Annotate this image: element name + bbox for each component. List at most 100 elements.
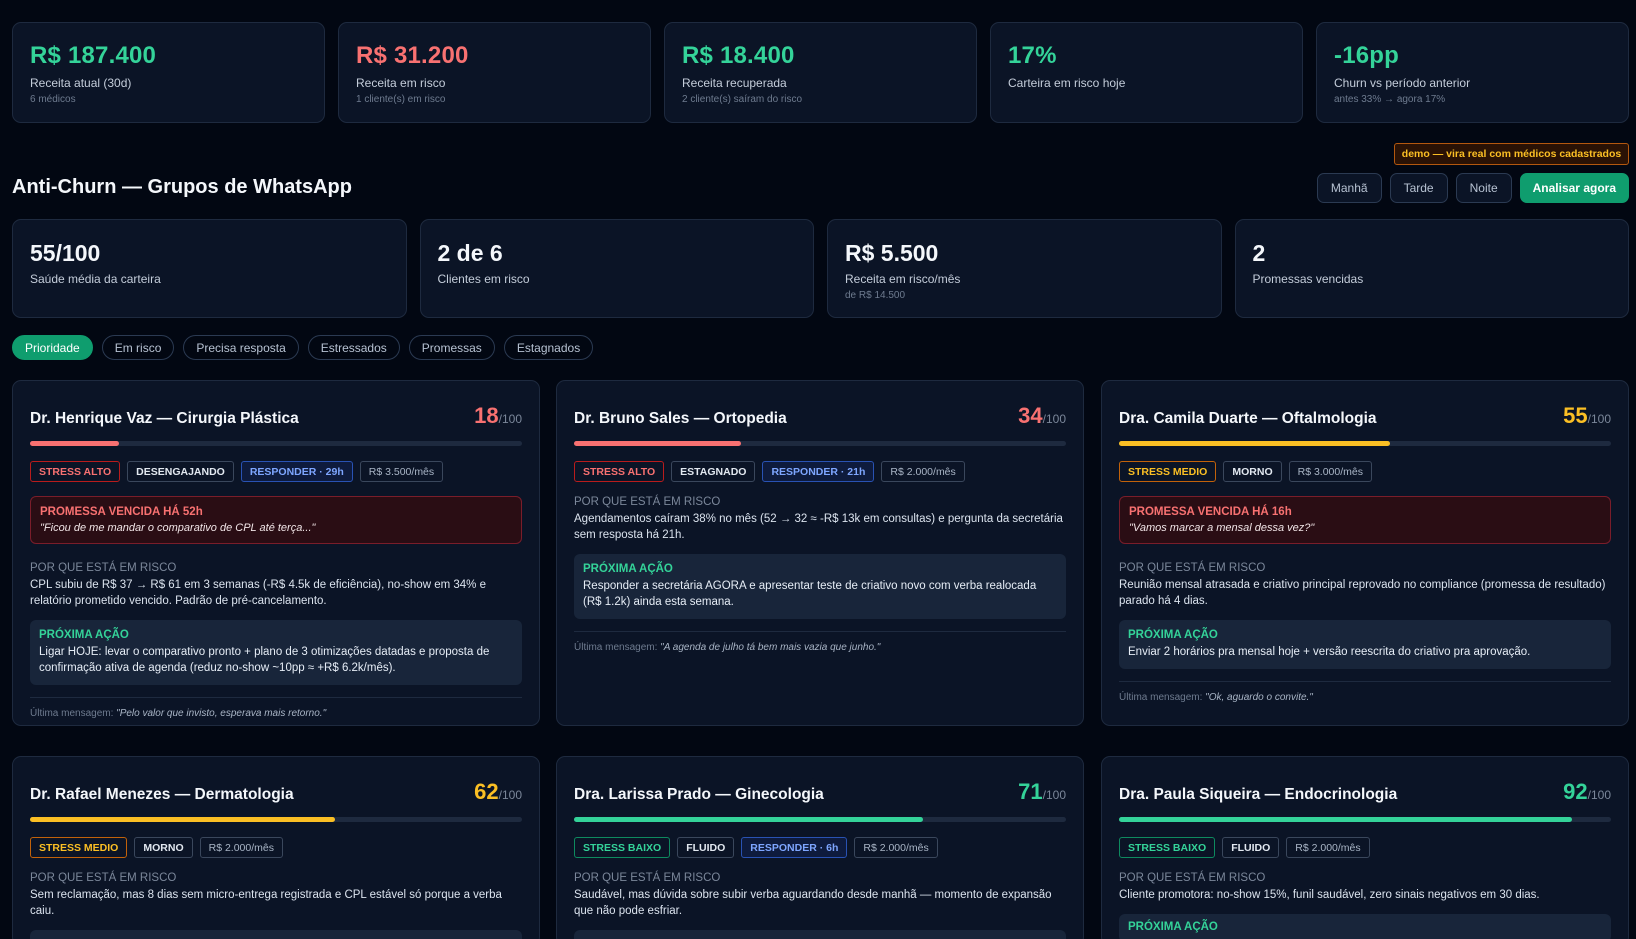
morning-button[interactable]: Manhã bbox=[1316, 173, 1382, 203]
night-button[interactable]: Noite bbox=[1455, 173, 1512, 203]
tag: R$ 3.000/mês bbox=[1288, 461, 1372, 482]
health-bar-fill bbox=[30, 441, 119, 446]
page-title: Anti-Churn — Grupos de WhatsApp bbox=[12, 176, 352, 198]
score-denominator: /100 bbox=[1042, 788, 1066, 802]
stat-label: Saúde média da carteira bbox=[30, 272, 161, 286]
tag: STRESS BAIXO bbox=[574, 837, 671, 858]
next-action: PRÓXIMA AÇÃO Enviar 2 horários pra mensa… bbox=[1119, 620, 1611, 669]
next-action: PRÓXIMA AÇÃO Responder a secretária AGOR… bbox=[574, 554, 1066, 619]
health-bar-fill bbox=[574, 817, 924, 822]
client-card[interactable]: Dra. Paula Siqueira — Endocrinologia 92/… bbox=[1101, 756, 1629, 939]
health-score: 55/100 bbox=[1563, 403, 1611, 429]
client-card[interactable]: Dra. Camila Duarte — Oftalmologia 55/100… bbox=[1101, 380, 1629, 726]
tag-list: STRESS ALTO ESTAGNADO RESPONDER · 21h R$… bbox=[574, 461, 1066, 482]
filter-at-risk[interactable]: Em risco bbox=[101, 335, 175, 360]
kpi-label: Carteira em risco hoje bbox=[1008, 76, 1126, 90]
filter-chips: Prioridade Em risco Precisa resposta Est… bbox=[12, 335, 594, 360]
health-bar bbox=[1119, 817, 1611, 822]
why-text: Agendamentos caíram 38% no mês (52 → 32 … bbox=[574, 513, 1063, 541]
why-text: CPL subiu de R$ 37 → R$ 61 em 3 semanas … bbox=[30, 579, 486, 607]
client-name: Dr. Henrique Vaz — Cirurgia Plástica bbox=[30, 410, 299, 427]
kpi-label: Receita recuperada bbox=[682, 76, 787, 90]
kpi-label: Churn vs período anterior bbox=[1334, 76, 1471, 90]
kpi-row: R$ 187.400 Receita atual (30d) 6 médicos… bbox=[12, 22, 1629, 123]
last-message-text: "Pelo valor que invisto, esperava mais r… bbox=[116, 708, 327, 719]
period-selector: Manhã Tarde Noite Analisar agora bbox=[1316, 173, 1629, 203]
last-message-text: "A agenda de julho tá bem mais vazia que… bbox=[660, 642, 881, 653]
score-denominator: /100 bbox=[1587, 412, 1611, 426]
last-message: Última mensagem: "A agenda de julho tá b… bbox=[574, 631, 1066, 653]
health-bar-fill bbox=[1119, 441, 1390, 446]
why-title: POR QUE ESTÁ EM RISCO bbox=[30, 562, 177, 574]
health-bar bbox=[30, 441, 522, 446]
filter-priority[interactable]: Prioridade bbox=[12, 335, 93, 360]
next-action-text: Enviar 2 horários pra mensal hoje + vers… bbox=[1128, 646, 1531, 658]
kpi-value: R$ 187.400 bbox=[30, 42, 157, 69]
health-bar bbox=[574, 441, 1066, 446]
health-bar-fill bbox=[30, 817, 336, 822]
stat-clients-at-risk: 2 de 6 Clientes em risco bbox=[419, 219, 814, 318]
tag-list: STRESS BAIXO FLUIDO R$ 2.000/mês bbox=[1119, 837, 1611, 858]
tag: R$ 2.000/mês bbox=[199, 837, 283, 858]
tag: R$ 2.000/mês bbox=[1286, 837, 1370, 858]
next-action: PRÓXIMA AÇÃO Ligar HOJE: levar o compara… bbox=[30, 620, 522, 685]
tag-list: STRESS ALTO DESENGAJANDO RESPONDER · 29h… bbox=[30, 461, 522, 482]
stat-label: Promessas vencidas bbox=[1252, 272, 1364, 286]
client-card[interactable]: Dr. Rafael Menezes — Dermatologia 62/100… bbox=[12, 756, 540, 939]
next-action-title: PRÓXIMA AÇÃO bbox=[1128, 921, 1218, 933]
client-card[interactable]: Dr. Bruno Sales — Ortopedia 34/100 STRES… bbox=[556, 380, 1084, 726]
next-action bbox=[574, 930, 1066, 939]
why-text: Cliente promotora: no-show 15%, funil sa… bbox=[1119, 889, 1540, 901]
tag-list: STRESS BAIXO FLUIDO RESPONDER · 6h R$ 2.… bbox=[574, 837, 1066, 858]
promise-quote: "Vamos marcar a mensal dessa vez?" bbox=[1129, 522, 1315, 534]
tag: MORNO bbox=[134, 837, 193, 858]
promise-title: PROMESSA VENCIDA HÁ 16h bbox=[1129, 506, 1292, 518]
why-text: Saudável, mas dúvida sobre subir verba a… bbox=[574, 889, 1052, 917]
tag: STRESS MEDIO bbox=[30, 837, 128, 858]
kpi-value: 17% bbox=[1008, 42, 1057, 69]
afternoon-button[interactable]: Tarde bbox=[1389, 173, 1448, 203]
filter-stagnant[interactable]: Estagnados bbox=[503, 335, 594, 360]
tag: FLUIDO bbox=[1222, 837, 1280, 858]
health-score: 71/100 bbox=[1018, 779, 1066, 805]
promise-quote: "Ficou de me mandar o comparativo de CPL… bbox=[40, 522, 316, 534]
stat-revenue-at-risk: R$ 5.500 Receita em risco/mês de R$ 14.5… bbox=[827, 219, 1222, 318]
why-title: POR QUE ESTÁ EM RISCO bbox=[1119, 562, 1266, 574]
client-name: Dra. Camila Duarte — Oftalmologia bbox=[1119, 410, 1377, 427]
tag: R$ 2.000/mês bbox=[854, 837, 938, 858]
overdue-promise: PROMESSA VENCIDA HÁ 16h "Vamos marcar a … bbox=[1119, 496, 1611, 544]
score-value: 62 bbox=[474, 779, 499, 804]
filter-promises[interactable]: Promessas bbox=[408, 335, 495, 360]
analyze-now-button[interactable]: Analisar agora bbox=[1519, 173, 1629, 203]
health-score: 62/100 bbox=[474, 779, 522, 805]
kpi-sub: antes 33% → agora 17% bbox=[1334, 94, 1446, 105]
kpi-value: R$ 18.400 bbox=[682, 42, 795, 69]
kpi-portfolio-at-risk: 17% Carteira em risco hoje bbox=[990, 22, 1303, 123]
stats-row: 55/100 Saúde média da carteira 2 de 6 Cl… bbox=[12, 219, 1629, 318]
next-action-title: PRÓXIMA AÇÃO bbox=[39, 629, 129, 641]
last-message: Última mensagem: "Ok, aguardo o convite.… bbox=[1119, 681, 1611, 703]
kpi-churn-delta: -16pp Churn vs período anterior antes 33… bbox=[1316, 22, 1629, 123]
overdue-promise: PROMESSA VENCIDA HÁ 52h "Ficou de me man… bbox=[30, 496, 522, 544]
last-message-label: Última mensagem: bbox=[30, 708, 114, 719]
stat-value: 2 de 6 bbox=[437, 240, 503, 266]
client-card[interactable]: Dra. Larissa Prado — Ginecologia 71/100 … bbox=[556, 756, 1084, 939]
client-name: Dra. Paula Siqueira — Endocrinologia bbox=[1119, 786, 1398, 803]
kpi-recovered-revenue: R$ 18.400 Receita recuperada 2 cliente(s… bbox=[664, 22, 977, 123]
kpi-sub: 2 cliente(s) saíram do risco bbox=[682, 94, 803, 105]
last-message-label: Última mensagem: bbox=[574, 642, 658, 653]
client-name: Dr. Bruno Sales — Ortopedia bbox=[574, 410, 787, 427]
kpi-sub: 6 médicos bbox=[30, 94, 76, 105]
tag: RESPONDER · 6h bbox=[741, 837, 848, 858]
tag-list: STRESS MEDIO MORNO R$ 2.000/mês bbox=[30, 837, 522, 858]
stat-avg-health: 55/100 Saúde média da carteira bbox=[12, 219, 407, 318]
client-card[interactable]: Dr. Henrique Vaz — Cirurgia Plástica 18/… bbox=[12, 380, 540, 726]
filter-needs-reply[interactable]: Precisa resposta bbox=[183, 335, 299, 360]
next-action-title: PRÓXIMA AÇÃO bbox=[1128, 629, 1218, 641]
health-bar-fill bbox=[574, 441, 742, 446]
tag: ESTAGNADO bbox=[671, 461, 756, 482]
filter-stressed[interactable]: Estressados bbox=[307, 335, 400, 360]
demo-badge: demo — vira real com médicos cadastrados bbox=[1394, 143, 1629, 165]
why-title: POR QUE ESTÁ EM RISCO bbox=[30, 872, 177, 884]
stat-sub: de R$ 14.500 bbox=[845, 290, 906, 301]
